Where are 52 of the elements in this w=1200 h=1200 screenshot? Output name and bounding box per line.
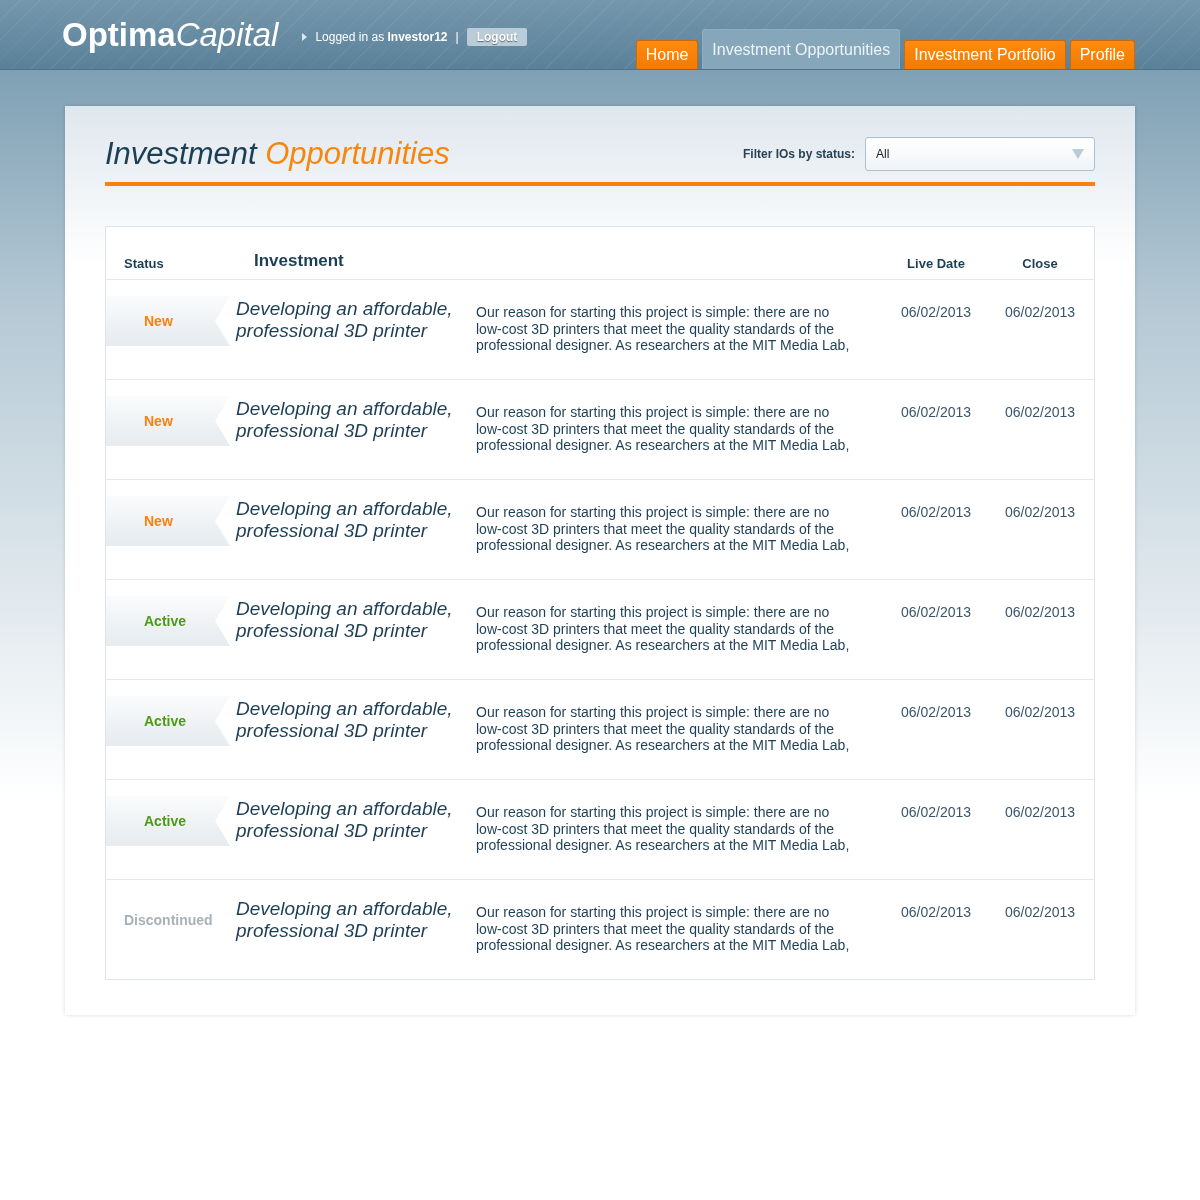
investment-title: Developing an affordable, professional 3D printer (236, 698, 454, 742)
live-date: 06/02/2013 (899, 904, 973, 920)
close-date: 06/02/2013 (1003, 704, 1077, 720)
close-date: 06/02/2013 (1003, 604, 1077, 620)
close-date: 06/02/2013 (1003, 504, 1077, 520)
separator: | (455, 29, 459, 44)
column-header: Close (1021, 256, 1059, 271)
live-date: 06/02/2013 (899, 604, 973, 620)
column-header: Live Date (906, 256, 966, 271)
status-ribbon: Active (106, 596, 230, 646)
close-date: 06/02/2013 (1003, 304, 1077, 320)
login-text: Logged in as Investor12 (315, 29, 448, 44)
close-date: 06/02/2013 (1003, 804, 1077, 820)
status-ribbon: Active (106, 796, 230, 846)
investment-description: Our reason for starting this project is simple: there are no low-cost 3D printers that meet the quality standards of the professional designer. As researchers at the MIT Media Lab, (476, 704, 851, 754)
status-ribbon: New (106, 496, 230, 546)
logout-button[interactable]: Logout (466, 27, 528, 46)
filter-label: Filter IOs by status: (742, 147, 855, 161)
investment-description: Our reason for starting this project is simple: there are no low-cost 3D printers that meet the quality standards of the professional designer. As researchers at the MIT Media Lab, (476, 404, 851, 454)
nav-tab[interactable]: Investment Opportunities (702, 29, 901, 69)
status-label: Discontinued (123, 912, 214, 928)
status-select[interactable]: All (865, 137, 1095, 171)
caret-icon (1072, 149, 1084, 159)
triangle-icon (302, 32, 308, 41)
investment-title: Developing an affordable, professional 3D printer (236, 398, 454, 442)
live-date: 06/02/2013 (899, 404, 973, 420)
column-header: Investment (253, 251, 345, 271)
live-date: 06/02/2013 (899, 304, 973, 320)
nav-tab[interactable]: Investment Portfolio (904, 40, 1066, 69)
live-date: 06/02/2013 (899, 504, 973, 520)
nav-tab[interactable]: Home (635, 40, 699, 69)
status-ribbon: New (106, 396, 230, 446)
nav-tab[interactable]: Profile (1069, 40, 1135, 69)
investment-title: Developing an affordable, professional 3D printer (236, 598, 454, 642)
close-date: 06/02/2013 (1003, 904, 1077, 920)
close-date: 06/02/2013 (1003, 404, 1077, 420)
logo: OptimaCapital (62, 15, 279, 54)
investment-title: Developing an affordable, professional 3D printer (236, 498, 454, 542)
status-ribbon: Active (106, 696, 230, 746)
investment-description: Our reason for starting this project is simple: there are no low-cost 3D printers that meet the quality standards of the professional designer. As researchers at the MIT Media Lab, (476, 604, 851, 654)
investment-title: Developing an affordable, professional 3D printer (236, 298, 454, 342)
status-ribbon: New (106, 296, 230, 346)
investment-title: Developing an affordable, professional 3D printer (236, 898, 454, 942)
live-date: 06/02/2013 (899, 704, 973, 720)
column-header: Status (123, 256, 165, 271)
live-date: 06/02/2013 (899, 804, 973, 820)
investment-description: Our reason for starting this project is simple: there are no low-cost 3D printers that meet the quality standards of the professional designer. As researchers at the MIT Media Lab, (476, 904, 851, 954)
page-title: Investment Opportunities (105, 136, 451, 172)
investment-description: Our reason for starting this project is simple: there are no low-cost 3D printers that meet the quality standards of the professional designer. As researchers at the MIT Media Lab, (476, 504, 851, 554)
investment-description: Our reason for starting this project is simple: there are no low-cost 3D printers that meet the quality standards of the professional designer. As researchers at the MIT Media Lab, (476, 804, 851, 854)
investment-title: Developing an affordable, professional 3D printer (236, 798, 454, 842)
investment-description: Our reason for starting this project is simple: there are no low-cost 3D printers that meet the quality standards of the professional designer. As researchers at the MIT Media Lab, (476, 304, 851, 354)
